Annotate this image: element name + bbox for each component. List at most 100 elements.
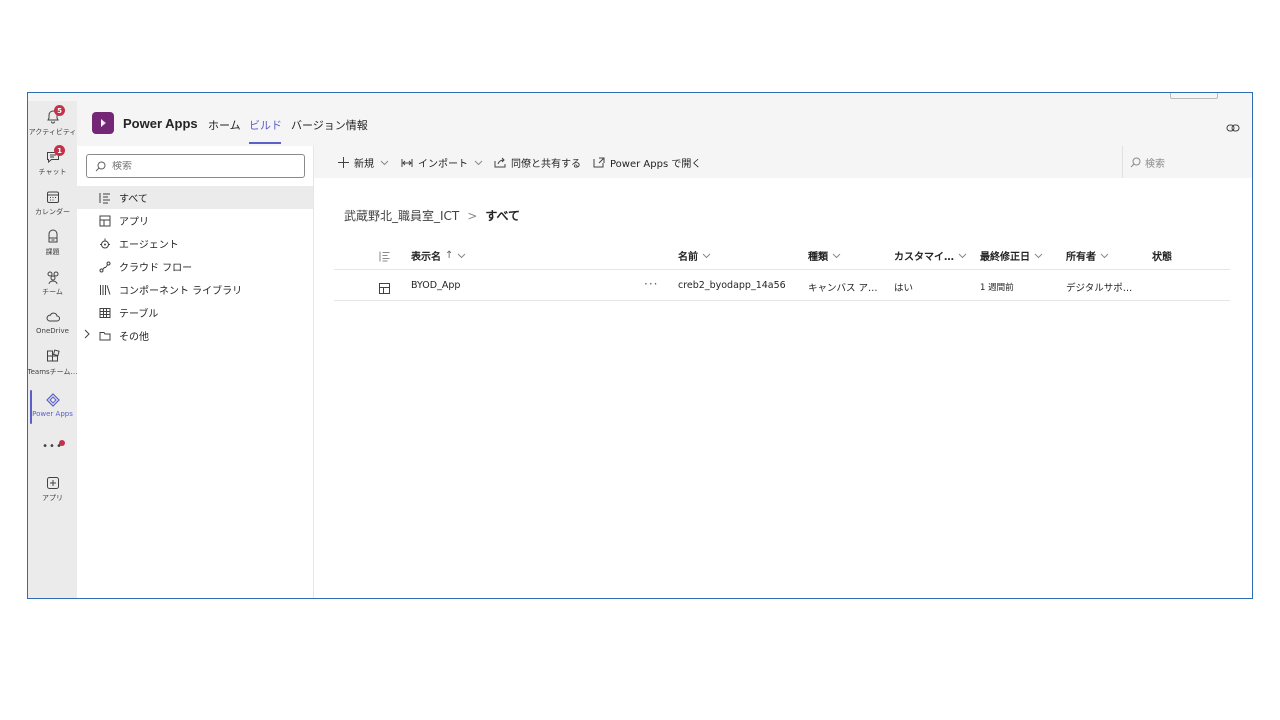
link-icon[interactable] [1226,118,1240,137]
open-external-icon [593,157,605,168]
command-bar-divider [1122,146,1123,178]
window-control[interactable] [1170,93,1218,99]
import-button[interactable]: インポート [401,155,488,170]
nav-item-all-label: すべて [119,194,148,205]
tab-build[interactable]: ビルド [249,117,282,133]
table-row[interactable]: BYOD_App ··· creb2_byodapp_14a56 キャンバス ア… [334,270,1230,301]
column-header-owner[interactable]: 所有者 [1066,248,1109,263]
rail-item-teams[interactable]: チーム [28,269,77,307]
rail-item-assignments[interactable]: 課題 [28,229,77,267]
powerapps-icon [45,393,60,407]
library-icon [99,284,111,296]
nav-item-tables[interactable]: テーブル [77,301,313,324]
column-header-type[interactable]: 種類 [808,248,841,263]
chevron-down-icon [474,160,483,165]
column-name-label: 名前 [678,252,698,263]
rail-label-add-app: アプリ [42,494,63,502]
app-window: 5 アクティビティ 1 チャット カレンダー 課題 チーム OneDrive T… [27,92,1253,599]
chevron-down-icon [1100,253,1109,258]
activity-badge: 5 [54,105,65,116]
nav-item-component-libraries-label: コンポーネント ライブラリ [119,286,243,297]
powerapps-logo-icon [92,112,114,134]
nav-search-input[interactable] [112,160,292,172]
row-more-actions-button[interactable]: ··· [644,277,658,291]
app-icon [379,279,390,298]
row-type: キャンバス ア… [808,283,878,294]
rail-item-chat[interactable]: 1 チャット [28,145,77,187]
teams-icon [47,271,58,285]
chevron-down-icon [458,253,466,258]
cloud-icon [46,312,60,322]
breadcrumb-separator: > [467,208,478,223]
column-header-display-name[interactable]: 表示名 ↑ [411,248,466,263]
column-options-icon[interactable] [379,247,390,266]
chat-badge: 1 [54,145,65,156]
calendar-icon [46,191,59,203]
rail-item-add-app[interactable]: アプリ [28,475,77,513]
column-header-name[interactable]: 名前 [678,248,711,263]
column-header-status[interactable]: 状態 [1152,248,1172,263]
nav-item-agents[interactable]: エージェント [77,232,313,255]
tab-build-underline [249,142,281,144]
table-icon [99,307,111,319]
items-grid: 表示名 ↑ 名前 種類 カスタマイ… 最終修正日 所有者 状態 BYOD_App… [334,238,1230,301]
rail-item-teams-apps[interactable]: Teamsチーム… [28,349,77,387]
apps-grid-icon [46,349,60,362]
open-in-powerapps-button[interactable]: Power Apps で開く [593,155,701,170]
chevron-down-icon [702,253,711,258]
nav-item-all[interactable]: すべて [77,186,313,209]
column-owner-label: 所有者 [1066,252,1096,263]
column-status-label: 状態 [1152,252,1172,263]
nav-item-cloud-flows[interactable]: クラウド フロー [77,255,313,278]
app-title: Power Apps [123,116,198,131]
app-icon [99,215,111,227]
command-search-placeholder: 検索 [1145,159,1165,170]
nav-item-other-label: その他 [119,332,149,343]
column-customizable-label: カスタマイ… [894,252,954,263]
column-modified-label: 最終修正日 [980,252,1030,263]
rail-item-calendar[interactable]: カレンダー [28,189,77,227]
nav-item-component-libraries[interactable]: コンポーネント ライブラリ [77,278,313,301]
assignments-icon [48,229,57,243]
rail-label-teams-apps: Teamsチーム… [27,368,78,376]
tab-home[interactable]: ホーム [208,117,241,133]
tab-about[interactable]: バージョン情報 [291,117,368,133]
share-button[interactable]: 同僚と共有する [494,155,581,170]
rail-item-activity[interactable]: 5 アクティビティ [28,105,77,147]
rail-item-onedrive[interactable]: OneDrive [28,309,77,347]
rail-label-onedrive: OneDrive [36,327,69,335]
window-titlebar [28,93,1252,101]
chevron-down-icon [958,253,967,258]
command-bar: 新規 インポート 同僚と共有する Power Apps で開く 検索 [314,146,1252,178]
app-header: Power Apps ホーム ビルド バージョン情報 [77,101,1252,146]
left-nav: すべて アプリ エージェント クラウド フロー コンポーネント ライブラリ テー… [77,146,314,598]
row-customizable: はい [894,283,914,294]
column-header-customizable[interactable]: カスタマイ… [894,248,967,263]
rail-label-calendar: カレンダー [35,208,70,216]
chevron-right-icon[interactable] [83,329,91,342]
breadcrumb-parent[interactable]: 武蔵野北_職員室_ICT [344,207,459,224]
import-icon [401,158,413,167]
more-apps-button[interactable]: ••• [28,441,77,457]
column-type-label: 種類 [808,252,828,263]
command-search[interactable]: 検索 [1130,155,1165,170]
nav-item-other[interactable]: その他 [77,324,313,347]
grid-header-row: 表示名 ↑ 名前 種類 カスタマイ… 最終修正日 所有者 状態 [334,238,1230,270]
plus-icon [338,157,349,168]
folder-icon [99,330,111,342]
rail-item-powerapps[interactable]: Power Apps [28,392,77,430]
nav-search-box[interactable] [86,154,305,178]
nav-item-cloud-flows-label: クラウド フロー [119,263,193,274]
add-app-icon [46,477,59,489]
row-owner: デジタルサポ… [1066,283,1133,294]
row-display-name[interactable]: BYOD_App [411,280,460,291]
column-header-modified[interactable]: 最終修正日 [980,248,1043,263]
rail-label-teams: チーム [42,288,63,296]
nav-item-apps-label: アプリ [119,217,149,228]
open-in-powerapps-label: Power Apps で開く [610,159,702,170]
new-button[interactable]: 新規 [338,155,394,170]
import-button-label: インポート [418,159,468,170]
nav-item-apps[interactable]: アプリ [77,209,313,232]
column-display-name-label: 表示名 [411,252,441,263]
teams-app-rail: 5 アクティビティ 1 チャット カレンダー 課題 チーム OneDrive T… [28,101,77,598]
